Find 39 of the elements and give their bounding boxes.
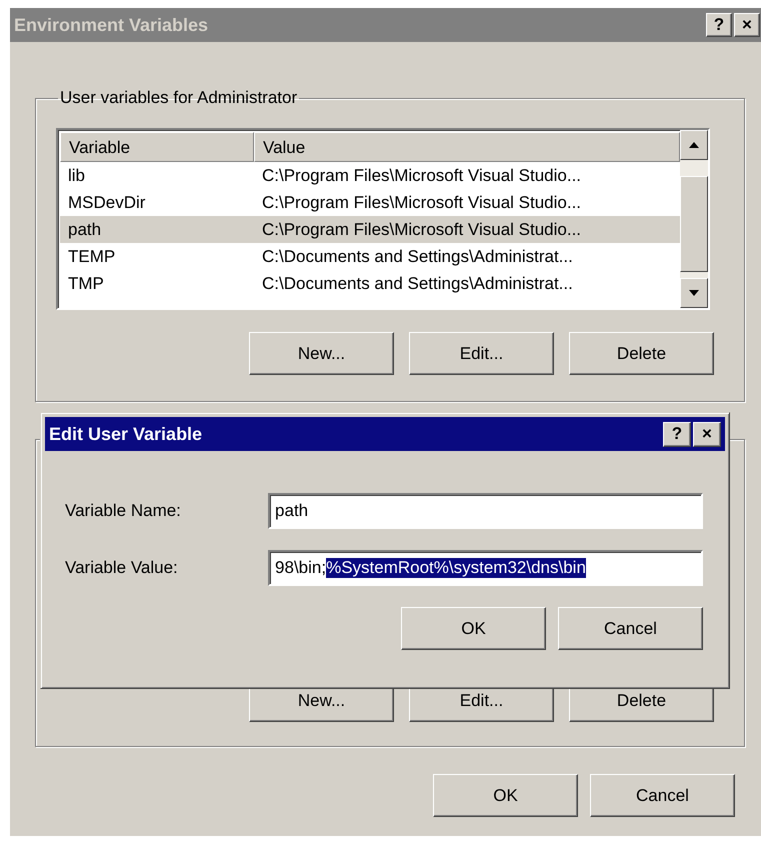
dialog-button[interactable]: OK xyxy=(401,607,546,650)
scroll-up-button[interactable] xyxy=(680,130,708,160)
field-label: Variable Name: xyxy=(65,501,182,521)
dialog-button[interactable]: Cancel xyxy=(590,774,735,817)
column-header[interactable]: Variable xyxy=(60,132,254,162)
input-field[interactable]: path xyxy=(268,493,703,529)
list-row[interactable]: MSDevDir C:\Program Files\Microsoft Visual Studio... xyxy=(60,189,680,216)
dialog-button[interactable]: Delete xyxy=(569,332,714,375)
table-cell-text: C:\Program Files\Microsoft Visual Studio... xyxy=(261,220,582,240)
window-title: Environment Variables xyxy=(14,14,208,36)
table-cell-text: TEMP xyxy=(67,246,116,266)
column-header[interactable]: Value xyxy=(254,132,680,162)
list-row[interactable]: lib C:\Program Files\Microsoft Visual Studio... xyxy=(60,162,680,189)
input-field[interactable]: 98\bin;%SystemRoot%\system32\dns\bin xyxy=(268,550,703,586)
scroll-down-button[interactable] xyxy=(680,278,708,308)
dialog-button[interactable]: OK xyxy=(433,774,578,817)
table-cell-text: C:\Documents and Settings\Administrat... xyxy=(261,274,574,294)
scroll-thumb[interactable] xyxy=(680,176,708,272)
field-label: Variable Value: xyxy=(65,558,179,578)
table-cell-text: C:\Program Files\Microsoft Visual Studio... xyxy=(261,192,582,212)
scrollbar[interactable] xyxy=(680,130,708,308)
up-arrow-icon xyxy=(688,141,700,149)
group-label: User variables for Administrator xyxy=(59,88,298,108)
list-row[interactable]: TMP C:\Documents and Settings\Administrat... xyxy=(60,270,680,297)
down-arrow-icon xyxy=(688,289,700,297)
window-title: Edit User Variable xyxy=(49,424,202,444)
dialog-button[interactable]: Cancel xyxy=(558,607,703,650)
list-row[interactable]: path C:\Program Files\Microsoft Visual Studio... xyxy=(60,216,680,243)
list-row[interactable]: TEMP C:\Documents and Settings\Administrat... xyxy=(60,243,680,270)
table-cell-text: lib xyxy=(67,166,86,186)
table-cell-text: C:\Program Files\Microsoft Visual Studio... xyxy=(261,166,582,186)
help-button[interactable]: ? xyxy=(663,422,691,446)
dialog-button[interactable]: Edit... xyxy=(409,332,554,375)
dialog-button[interactable]: New... xyxy=(249,332,394,375)
table-cell-text: MSDevDir xyxy=(67,192,146,212)
table-cell-text: C:\Documents and Settings\Administrat... xyxy=(261,246,574,266)
close-button[interactable]: × xyxy=(693,422,721,446)
table-cell-text: path xyxy=(67,220,102,240)
table-cell-text: TMP xyxy=(67,274,105,294)
